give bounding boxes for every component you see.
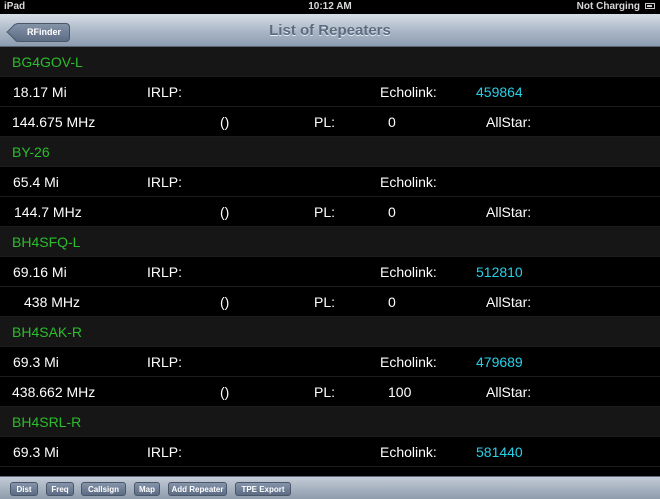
charging-status: Not Charging xyxy=(576,1,640,12)
paren-label: () xyxy=(220,204,230,220)
repeater-frequency: 438.662 MHz xyxy=(12,384,96,400)
irlp-label: IRLP: xyxy=(147,354,183,370)
repeater-distance: 18.17 Mi xyxy=(13,84,67,100)
repeater-distance-row[interactable]: 65.4 Mi IRLP: Echolink: xyxy=(0,167,660,197)
allstar-label: AllStar: xyxy=(486,204,532,220)
tpe-export-button[interactable]: TPE Export xyxy=(235,482,291,496)
echolink-label: Echolink: xyxy=(380,84,437,100)
battery-icon xyxy=(645,3,655,9)
page-title: List of Repeaters xyxy=(269,22,391,39)
allstar-label: AllStar: xyxy=(486,294,532,310)
bottom-toolbar: Dist Freq Callsign Map Add Repeater TPE … xyxy=(0,476,660,499)
status-bar: iPad 10:12 AM Not Charging xyxy=(0,0,660,14)
paren-label: () xyxy=(220,384,230,400)
repeater-callsign: BH4SFQ-L xyxy=(12,234,81,250)
repeater-distance-row[interactable]: 69.3 Mi IRLP: Echolink: 581440 xyxy=(0,437,660,467)
repeater-frequency: 438 MHz xyxy=(24,294,81,310)
repeater-callsign: BG4GOV-L xyxy=(12,54,83,70)
sort-frequency-button[interactable]: Freq xyxy=(46,482,74,496)
echolink-label: Echolink: xyxy=(380,174,437,190)
repeater-distance: 69.3 Mi xyxy=(13,444,59,460)
allstar-label: AllStar: xyxy=(486,114,532,130)
repeater-distance: 69.3 Mi xyxy=(13,354,59,370)
repeater-callsign-row[interactable]: BH4SFQ-L xyxy=(0,227,660,257)
echolink-label: Echolink: xyxy=(380,354,437,370)
repeater-frequency-row[interactable]: 144.7 MHz () PL: 0 AllStar: xyxy=(0,197,660,227)
pl-label: PL: xyxy=(314,204,336,220)
paren-label: () xyxy=(220,114,230,130)
irlp-label: IRLP: xyxy=(147,174,183,190)
repeater-callsign: BY-26 xyxy=(12,144,50,160)
repeater-callsign-row[interactable]: BH4SAK-R xyxy=(0,317,660,347)
repeater-frequency-row[interactable]: 144.675 MHz () PL: 0 AllStar: xyxy=(0,107,660,137)
pl-value: 0 xyxy=(388,294,396,310)
allstar-label: AllStar: xyxy=(486,384,532,400)
repeater-frequency-row[interactable]: 438.662 MHz () PL: 100 AllStar: xyxy=(0,377,660,407)
irlp-label: IRLP: xyxy=(147,84,183,100)
repeater-callsign-row[interactable]: BH4SRL-R xyxy=(0,407,660,437)
echolink-value: 459864 xyxy=(476,84,523,100)
irlp-label: IRLP: xyxy=(147,444,183,460)
echolink-value: 479689 xyxy=(476,354,523,370)
irlp-label: IRLP: xyxy=(147,264,183,280)
add-repeater-button[interactable]: Add Repeater xyxy=(168,482,227,496)
sort-distance-button[interactable]: Dist xyxy=(10,482,38,496)
pl-value: 0 xyxy=(388,114,396,130)
repeater-distance-row[interactable]: 69.16 Mi IRLP: Echolink: 512810 xyxy=(0,257,660,287)
repeater-distance: 65.4 Mi xyxy=(13,174,59,190)
pl-label: PL: xyxy=(314,114,336,130)
echolink-label: Echolink: xyxy=(380,444,437,460)
repeater-list[interactable]: BG4GOV-L 18.17 Mi IRLP: Echolink: 459864… xyxy=(0,47,660,476)
repeater-distance-row[interactable]: 18.17 Mi IRLP: Echolink: 459864 xyxy=(0,77,660,107)
repeater-callsign: BH4SRL-R xyxy=(12,414,82,430)
pl-value: 0 xyxy=(388,204,396,220)
echolink-value: 581440 xyxy=(476,444,523,460)
sort-callsign-button[interactable]: Callsign xyxy=(81,482,126,496)
repeater-distance-row[interactable]: 69.3 Mi IRLP: Echolink: 479689 xyxy=(0,347,660,377)
map-button[interactable]: Map xyxy=(134,482,160,496)
status-time: 10:12 AM xyxy=(308,1,352,12)
pl-label: PL: xyxy=(314,384,336,400)
navigation-bar: RFinder List of Repeaters xyxy=(0,14,660,47)
pl-label: PL: xyxy=(314,294,336,310)
echolink-label: Echolink: xyxy=(380,264,437,280)
pl-value: 100 xyxy=(388,384,412,400)
repeater-distance: 69.16 Mi xyxy=(13,264,67,280)
repeater-frequency-row[interactable]: 438 MHz () PL: 0 AllStar: xyxy=(0,287,660,317)
repeater-callsign-row[interactable]: BG4GOV-L xyxy=(0,47,660,77)
repeater-callsign: BH4SAK-R xyxy=(12,324,83,340)
echolink-value: 512810 xyxy=(476,264,523,280)
repeater-frequency: 144.675 MHz xyxy=(12,114,96,130)
repeater-frequency: 144.7 MHz xyxy=(14,204,82,220)
paren-label: () xyxy=(220,294,230,310)
repeater-callsign-row[interactable]: BY-26 xyxy=(0,137,660,167)
